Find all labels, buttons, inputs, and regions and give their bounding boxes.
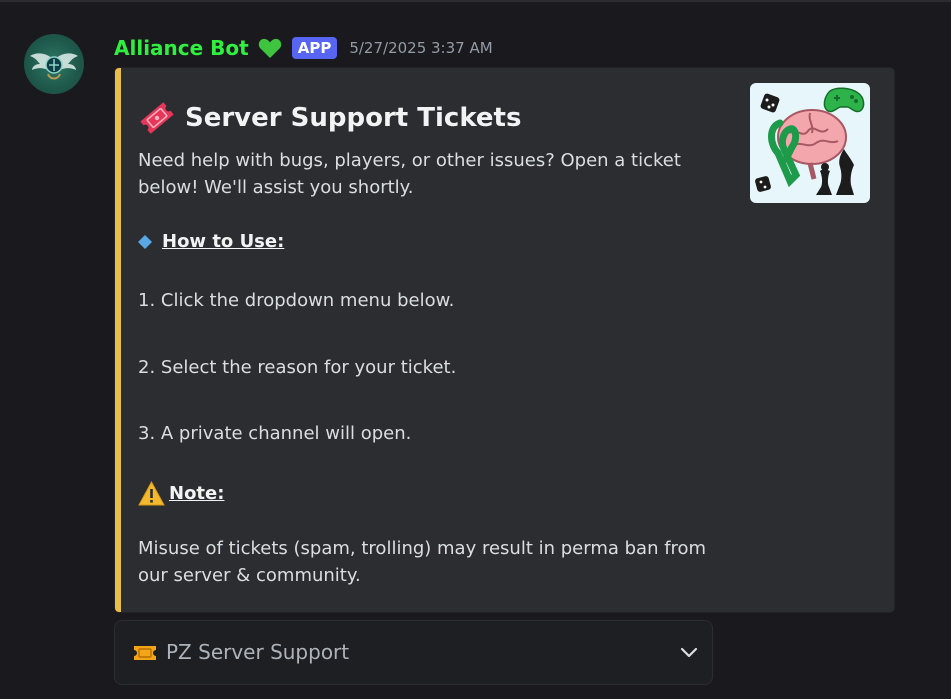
step-2: 2. Select the reason for your ticket.: [138, 357, 457, 378]
embed-thumbnail[interactable]: [750, 83, 870, 203]
note-label: Note:: [169, 483, 225, 504]
how-to-use-label: How to Use:: [162, 231, 285, 252]
green-heart-icon: [258, 38, 281, 58]
step-3: 3. A private channel will open.: [138, 423, 412, 444]
bot-avatar[interactable]: [24, 34, 84, 94]
message-header: Alliance Bot APP 5/27/2025 3:37 AM: [114, 34, 493, 62]
author-name[interactable]: Alliance Bot: [114, 36, 249, 60]
app-badge: APP: [291, 37, 338, 59]
step-1: 1. Click the dropdown menu below.: [138, 290, 455, 311]
note-text: Misuse of tickets (spam, trolling) may r…: [138, 538, 707, 586]
ticket-select-menu[interactable]: PZ Server Support: [114, 620, 713, 685]
embed-description: Need help with bugs, players, or other i…: [138, 150, 681, 198]
embed-accent-bar: [115, 68, 121, 612]
ticket-icon: [140, 102, 174, 134]
top-divider: [0, 0, 951, 2]
brain-games-illustration-icon: [755, 87, 865, 195]
ticket-icon: [134, 646, 156, 660]
embed-title: Server Support Tickets: [137, 98, 521, 138]
chevron-down-icon[interactable]: [680, 646, 698, 660]
note-heading: Note:: [138, 480, 224, 507]
blue-diamond-icon: [138, 234, 152, 249]
embed-title-text: Server Support Tickets: [185, 103, 522, 133]
select-menu-value: PZ Server Support: [166, 640, 350, 664]
winged-emblem-icon: [30, 53, 78, 80]
how-to-use-heading: How to Use:: [138, 228, 284, 255]
warning-icon: [138, 481, 165, 506]
ticket-embed: Server Support Tickets Need help with bu…: [114, 67, 895, 613]
message-timestamp[interactable]: 5/27/2025 3:37 AM: [349, 39, 492, 57]
